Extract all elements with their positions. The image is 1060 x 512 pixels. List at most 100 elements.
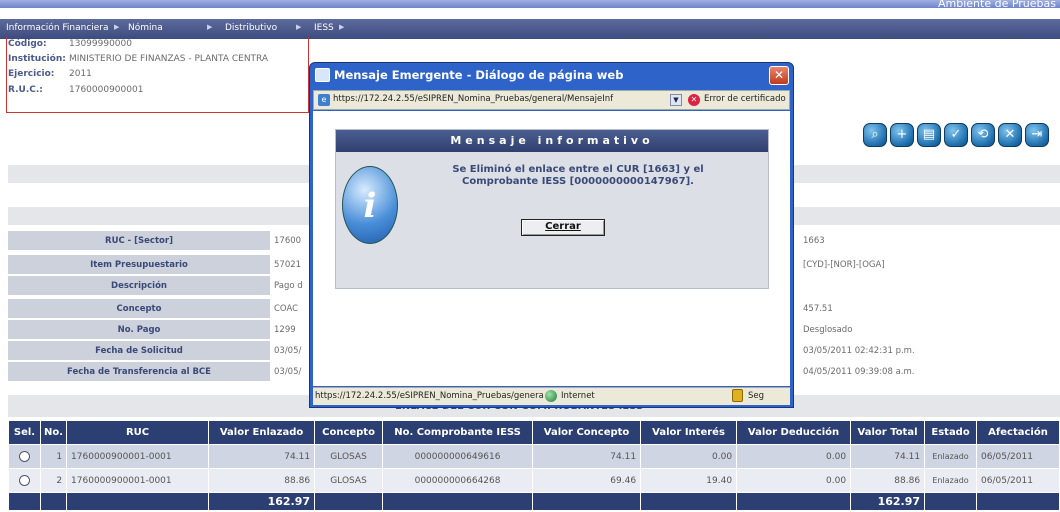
message-text: Se Eliminó el enlace entre el CUR [1663]… — [452, 164, 704, 187]
cerrar-button[interactable]: Cerrar — [521, 219, 605, 236]
field-value: 57021 — [274, 260, 302, 270]
row-valor-enlazado: 88.86 — [208, 468, 316, 493]
breadcrumb-item-info-financiera[interactable]: Información Financiera — [6, 23, 109, 33]
breadcrumb-arrow-icon: ▶ — [207, 23, 213, 31]
certificate-error-label[interactable]: Error de certificado — [704, 94, 786, 104]
column-header[interactable]: Valor Concepto — [532, 420, 642, 445]
breadcrumb-item-iess[interactable]: IESS — [314, 23, 334, 33]
breadcrumb-item-nomina[interactable]: Nómina — [128, 23, 163, 33]
column-header[interactable]: Afectación — [976, 420, 1060, 445]
certificate-error-icon[interactable]: ✕ — [688, 94, 700, 106]
field-value: Pago d — [274, 281, 303, 291]
info-value: MINISTERIO DE FINANZAS - PLANTA CENTRA — [69, 54, 269, 64]
top-strip: Ambiente de Pruebas — [0, 0, 1060, 10]
status-security: Seg — [748, 391, 765, 401]
info-value: 1760000900001 — [69, 85, 144, 95]
row-afectacion: 06/05/2011 — [976, 444, 1060, 469]
row-valor-total: 88.86 — [850, 468, 926, 493]
row-valor-concepto: 69.46 — [532, 468, 642, 493]
message-dialog: Mensaje Emergente - Diálogo de página we… — [309, 62, 794, 408]
column-header[interactable]: Valor Interés — [640, 420, 738, 445]
field-label: Fecha de Solicitud — [8, 341, 270, 361]
field-value-secondary: Desglosado — [803, 325, 853, 335]
save-icon[interactable]: ▤ — [917, 123, 941, 147]
field-value-secondary: 457.51 — [803, 304, 833, 314]
dialog-title: Mensaje Emergente - Diálogo de página we… — [334, 68, 624, 82]
total-valor-total: 162.97 — [850, 492, 926, 511]
column-header[interactable]: RUC — [66, 420, 210, 445]
ie-page-icon — [315, 68, 330, 82]
breadcrumb-arrow-icon: ▶ — [114, 23, 120, 31]
breadcrumb-item-distributivo[interactable]: Distributivo — [225, 23, 277, 33]
total-valor-enlazado: 162.97 — [208, 492, 316, 511]
dialog-body: Mensaje informativo i Se Eliminó el enla… — [313, 111, 790, 386]
link-icon[interactable]: ⟲ — [971, 123, 995, 147]
info-label: Código: — [8, 39, 47, 49]
row-comprobante: 000000000664268 — [382, 468, 534, 493]
row-number: 1 — [39, 444, 68, 469]
breadcrumb: Información Financiera ▶ Nómina ▶ Distri… — [0, 19, 1060, 39]
dialog-url: https://172.24.2.55/eSIPREN_Nomina_Prueb… — [333, 94, 614, 104]
row-valor-total: 74.11 — [850, 444, 926, 469]
row-estado: Enlazado — [924, 468, 978, 493]
field-value-secondary: 04/05/2011 09:39:08 a.m. — [803, 367, 915, 377]
row-valor-concepto: 74.11 — [532, 444, 642, 469]
field-value-secondary: 03/05/2011 02:42:31 p.m. — [803, 346, 915, 356]
row-number: 2 — [39, 468, 68, 493]
column-header[interactable]: Valor Deducción — [736, 420, 852, 445]
row-valor-deduccion: 0.00 — [736, 468, 852, 493]
row-ruc: 1760000900001-0001 — [66, 468, 210, 493]
info-label: Ejercicio: — [8, 69, 55, 79]
search-doc-icon[interactable]: ⌕ — [863, 123, 887, 147]
row-afectacion: 06/05/2011 — [976, 468, 1060, 493]
add-doc-icon[interactable]: + — [890, 123, 914, 147]
row-select-radio[interactable] — [8, 444, 41, 469]
column-header[interactable]: Concepto — [314, 420, 384, 445]
column-header[interactable]: No. Comprobante IESS — [382, 420, 534, 445]
row-valor-enlazado: 74.11 — [208, 444, 316, 469]
table-total-row: 162.97 162.97 — [8, 492, 1060, 511]
table-row[interactable]: 2 1760000900001-0001 88.86 GLOSAS 000000… — [8, 468, 1060, 493]
field-value: 17600 — [274, 236, 302, 246]
field-label: Concepto — [8, 299, 270, 319]
column-header[interactable]: Estado — [924, 420, 978, 445]
chevron-down-icon[interactable]: ▼ — [670, 94, 682, 106]
table-row[interactable]: 1 1760000900001-0001 74.11 GLOSAS 000000… — [8, 444, 1060, 469]
message-header: Mensaje informativo — [336, 130, 768, 152]
radio-button[interactable] — [19, 475, 30, 486]
institution-info: Código: 13099990000 Institución: MINISTE… — [6, 37, 309, 113]
exit-icon[interactable]: ⇥ — [1025, 123, 1049, 147]
status-url: https://172.24.2.55/eSIPREN_Nomina_Prueb… — [315, 391, 543, 401]
field-value: 1299 — [274, 325, 296, 335]
approve-icon[interactable]: ✓ — [944, 123, 968, 147]
field-value: 03/05/ — [274, 367, 302, 377]
field-value: 03/05/ — [274, 346, 302, 356]
environment-label: Ambiente de Pruebas — [938, 0, 1056, 10]
dialog-status-bar: https://172.24.2.55/eSIPREN_Nomina_Prueb… — [313, 387, 790, 405]
internet-zone-icon — [545, 390, 557, 402]
table-header-row: Sel. No. RUC Valor Enlazado Concepto No.… — [8, 420, 1060, 445]
info-value: 13099990000 — [69, 39, 132, 49]
column-header[interactable]: Valor Total — [850, 420, 926, 445]
dialog-address-bar: e https://172.24.2.55/eSIPREN_Nomina_Pru… — [313, 90, 790, 110]
info-icon: i — [342, 166, 398, 244]
row-valor-interes: 19.40 — [640, 468, 738, 493]
page-icon: e — [318, 94, 330, 106]
column-header[interactable]: Valor Enlazado — [208, 420, 316, 445]
breadcrumb-arrow-icon: ▶ — [296, 23, 302, 31]
field-label: RUC - [Sector] — [8, 231, 270, 251]
lock-icon[interactable] — [732, 389, 743, 402]
field-label: No. Pago — [8, 320, 270, 340]
field-value: COAC — [274, 304, 299, 314]
column-header[interactable]: Sel. — [8, 420, 41, 445]
info-label: Institución: — [8, 54, 66, 64]
row-valor-deduccion: 0.00 — [736, 444, 852, 469]
breadcrumb-arrow-icon: ▶ — [339, 23, 345, 31]
row-select-radio[interactable] — [8, 468, 41, 493]
info-value: 2011 — [69, 69, 92, 79]
column-header[interactable]: No. — [39, 420, 68, 445]
close-icon[interactable]: ✕ — [769, 66, 789, 85]
remove-icon[interactable]: ✕ — [998, 123, 1022, 147]
radio-button[interactable] — [19, 451, 30, 462]
info-label: R.U.C.: — [8, 85, 43, 95]
